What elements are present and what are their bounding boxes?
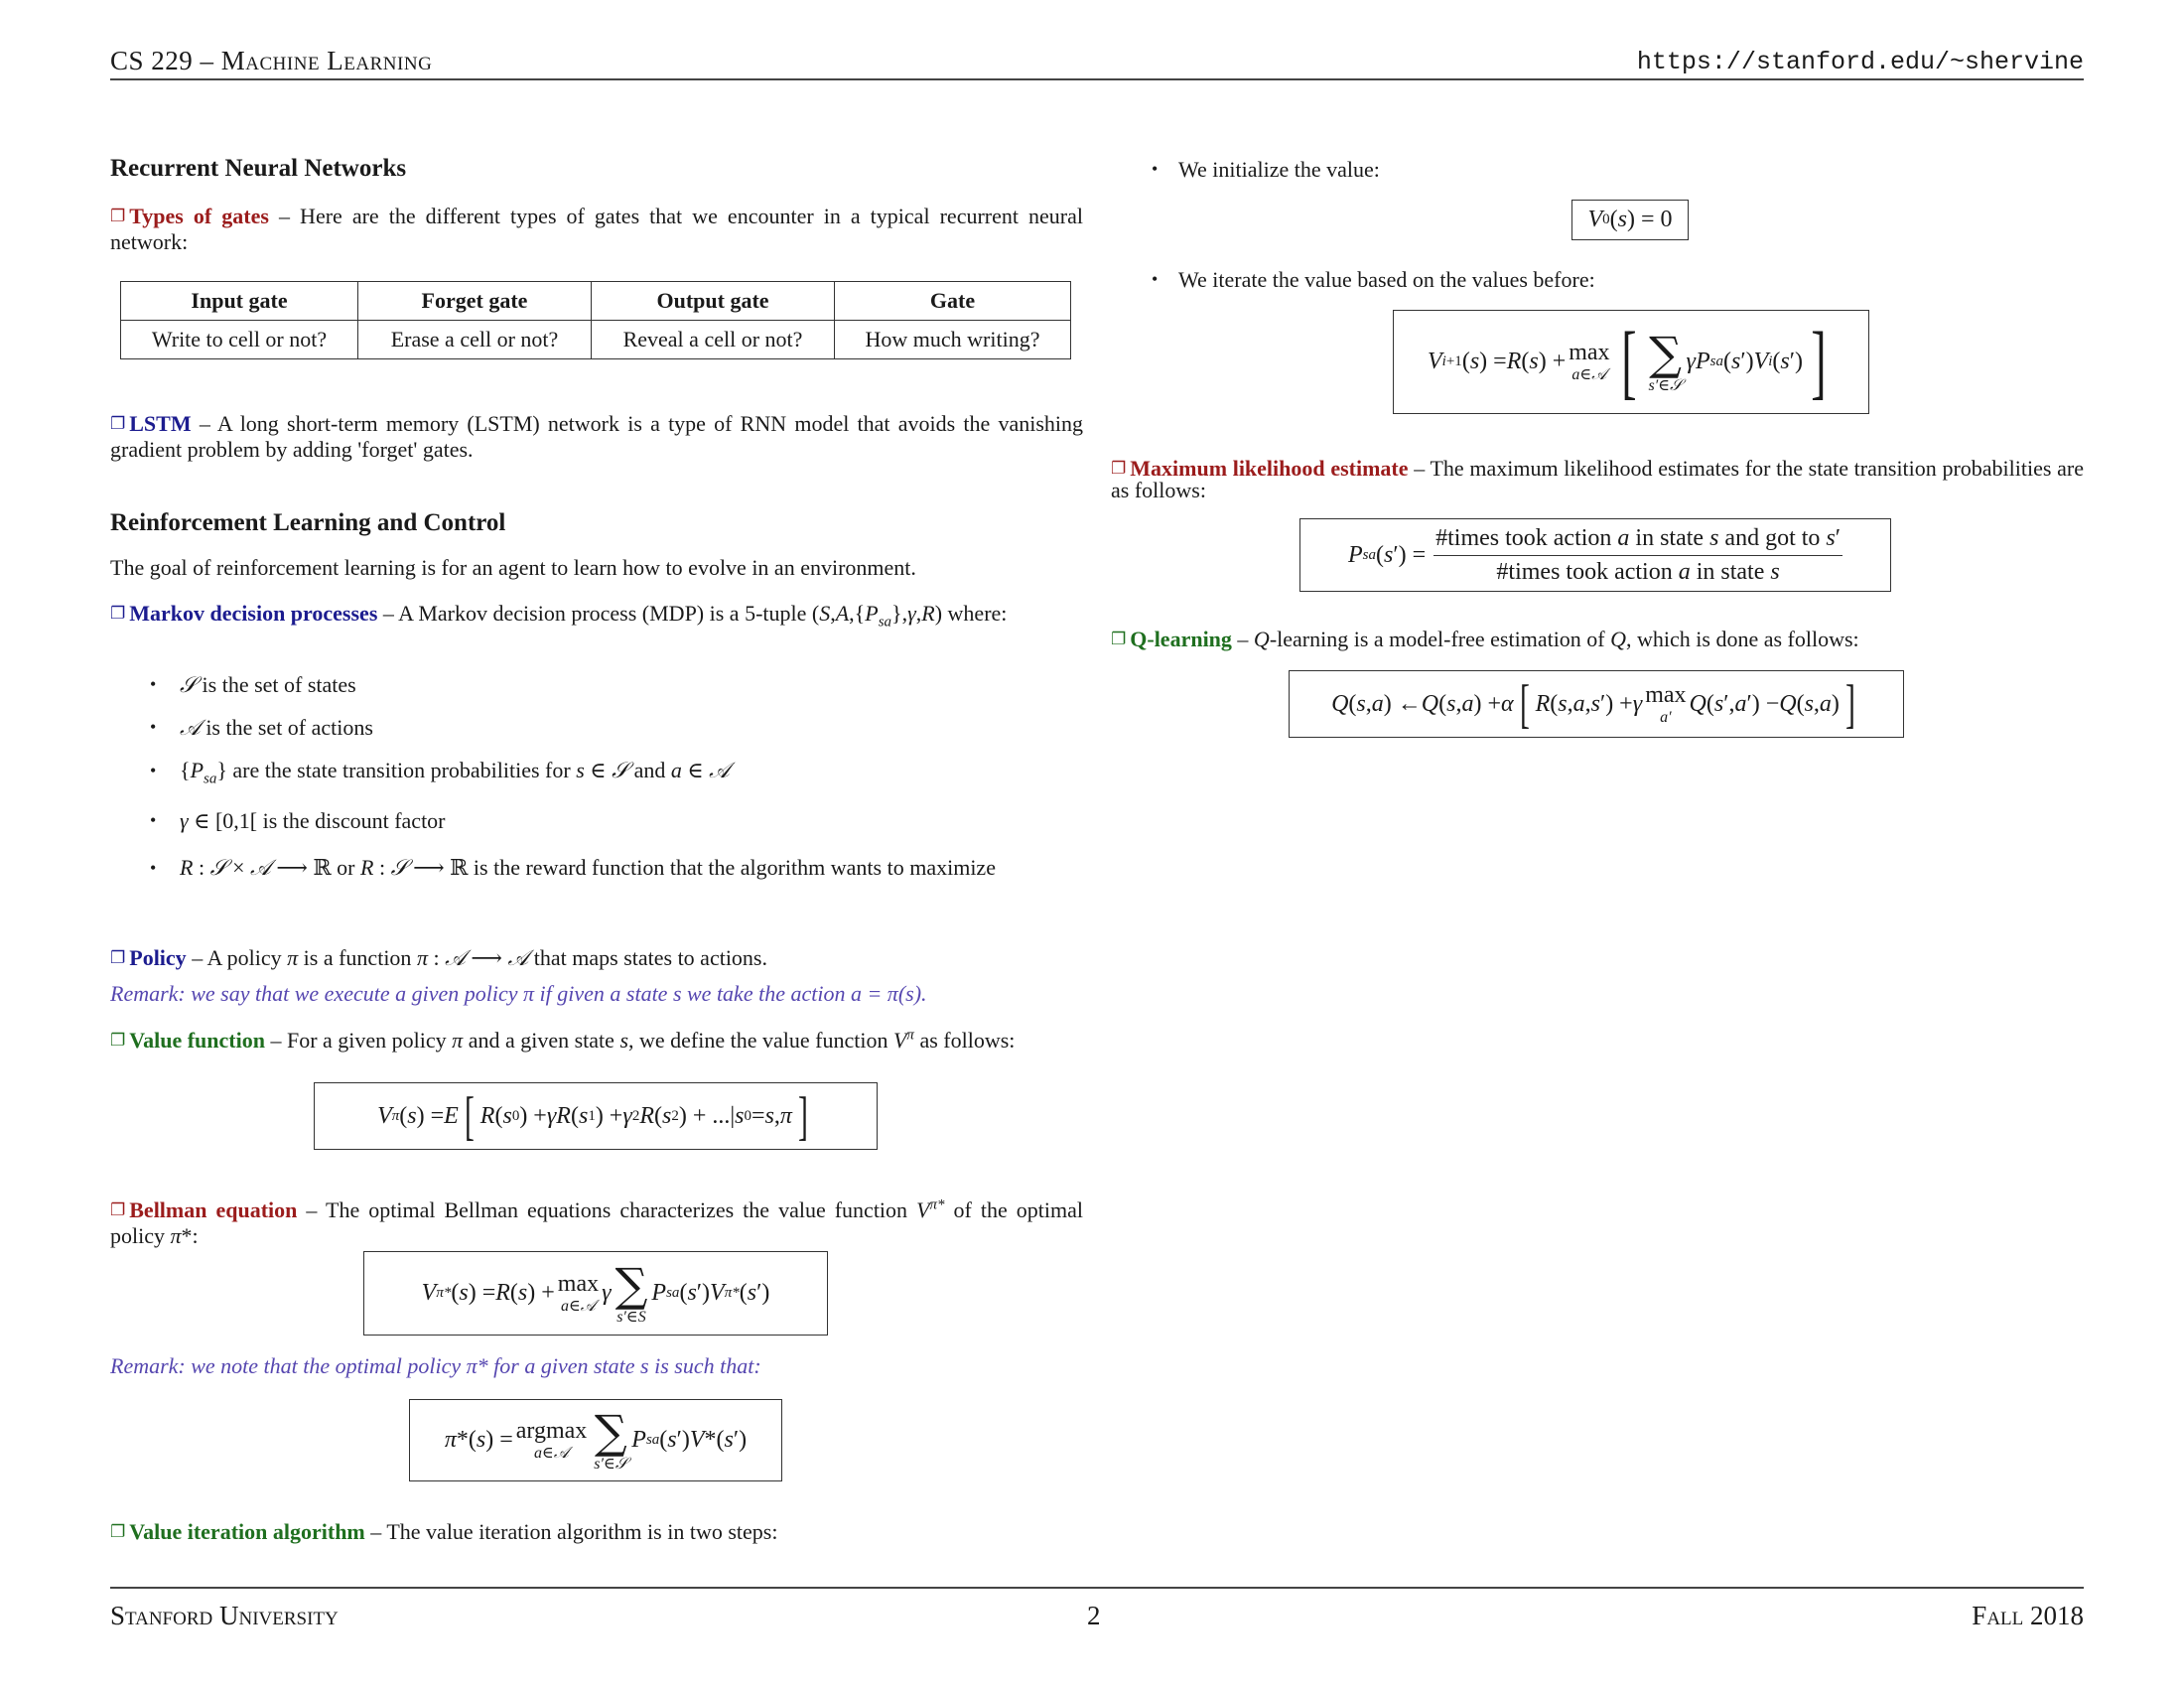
paragraph-lstm: ❐ LSTM – A long short-term memory (LSTM) … xyxy=(110,412,1083,461)
mle-numerator: #times took action a in state s and got … xyxy=(1433,525,1843,556)
keyword-label: Q-learning xyxy=(1130,627,1232,651)
keyword-label: Types of gates xyxy=(129,204,269,228)
bullet-icon: • xyxy=(1152,269,1159,289)
equation-initialize: V 0(s) = 0 xyxy=(1571,200,1689,240)
equation-optimal-policy: π *(s) = argmax a∈𝒜 ∑ s′∈𝒮 Psa(s ′) V *(s ′) xyxy=(409,1399,782,1481)
equation-bellman: Vπ*(s) = R(s) + max a∈𝒜 γ ∑ s′∈S Psa(s ′) Vπ*… xyxy=(363,1251,828,1336)
footer-university: Stanford University xyxy=(110,1601,339,1630)
list-item: 𝒮 is the set of states xyxy=(180,672,356,698)
table-cell: Reveal a cell or not? xyxy=(591,320,835,359)
table-row: Write to cell or not? Erase a cell or no… xyxy=(120,320,1071,359)
list-item-iterate: We iterate the value based on the values… xyxy=(1178,267,1595,292)
box-icon: ❐ xyxy=(1111,459,1127,479)
box-icon: ❐ xyxy=(110,1200,126,1221)
keyword-label: Policy xyxy=(129,945,187,970)
paragraph-text: – Q-learning is a model-free estimation … xyxy=(1237,627,1859,651)
paragraph-value-iteration: ❐ Value iteration algorithm – The value i… xyxy=(110,1520,1083,1546)
mle-denominator: #times took action a in state s xyxy=(1496,558,1780,585)
equation-iterate: Vi +1(s) = R(s) + max a∈𝒜 [ ∑ s′∈𝒮 γP sa(s ′)… xyxy=(1393,310,1869,414)
keyword-label: Value function xyxy=(129,1028,265,1054)
paragraph-mdp: ❐ Markov decision processes – A Markov de… xyxy=(110,602,1083,633)
keyword-lstm: ❐ LSTM xyxy=(110,411,192,436)
remark-optimal-policy: Remark: we note that the optimal policy … xyxy=(110,1353,761,1378)
table-header-cell: Output gate xyxy=(591,281,835,321)
bullet-icon: • xyxy=(1152,159,1159,179)
header-rule xyxy=(110,78,2084,80)
paragraph-text: – A Markov decision process (MDP) is a 5… xyxy=(382,601,1008,631)
gates-table: Input gate Forget gate Output gate Gate … xyxy=(120,281,1071,359)
bullet-icon: • xyxy=(150,717,157,737)
list-item: {Psa} are the state transition probabili… xyxy=(180,758,730,787)
list-item-initialize: We initialize the value: xyxy=(1178,157,1380,182)
box-icon: ❐ xyxy=(110,948,126,968)
paragraph-rl-intro: The goal of reinforcement learning is fo… xyxy=(110,555,916,580)
equation-mle: Psa(s ′) = #times took action a in state … xyxy=(1299,518,1891,592)
box-icon: ❐ xyxy=(110,1522,126,1542)
table-cell: Erase a cell or not? xyxy=(357,320,592,359)
bullet-icon: • xyxy=(150,674,157,694)
table-cell: How much writing? xyxy=(834,320,1071,359)
paragraph-text: – For a given policy π and a given state… xyxy=(270,1028,1016,1054)
table-cell: Write to cell or not? xyxy=(120,320,358,359)
box-icon: ❐ xyxy=(110,1031,126,1052)
equation-value-function: Vπ(s) = E[R(s 0) + γR(s 1) + γ 2 R(s 2) + ...… xyxy=(314,1082,878,1150)
keyword-label: Bellman equation xyxy=(129,1197,298,1223)
table-header-cell: Input gate xyxy=(120,281,358,321)
paragraph-value-function: ❐ Value function – For a given policy π a… xyxy=(110,1025,1083,1055)
paragraph-text: – The value iteration algorithm is in tw… xyxy=(370,1519,778,1544)
keyword-value-function: ❐ Value function xyxy=(110,1028,265,1053)
header-course-title: CS 229 – Machine Learning xyxy=(110,46,433,75)
keyword-qlearning: ❐ Q-learning xyxy=(1111,627,1232,651)
keyword-label: Markov decision processes xyxy=(129,601,378,626)
section-title-rnn: Recurrent Neural Networks xyxy=(110,155,407,182)
list-item: 𝒜 is the set of actions xyxy=(180,715,373,741)
header-url[interactable]: https://stanford.edu/~shervine xyxy=(1637,48,2084,76)
table-header-cell: Forget gate xyxy=(357,281,592,321)
remark-policy: Remark: we say that we execute a given p… xyxy=(110,981,927,1006)
table-header-cell: Gate xyxy=(834,281,1071,321)
bullet-icon: • xyxy=(150,761,157,780)
table-header-row: Input gate Forget gate Output gate Gate xyxy=(120,281,1071,321)
list-item: R : 𝒮 × 𝒜 ⟶ ℝ or R : 𝒮 ⟶ ℝ is the reward… xyxy=(180,855,996,881)
equation-qlearning: Q(s, a) ← Q(s, a) + α[R(s, a, s ′) + γ max a′ Q… xyxy=(1289,670,1904,738)
keyword-mdp: ❐ Markov decision processes xyxy=(110,601,377,626)
paragraph-policy: ❐ Policy – A policy π is a function π : 𝒜… xyxy=(110,946,1083,972)
footer-term: Fall 2018 xyxy=(1972,1601,2084,1630)
keyword-value-iteration: ❐ Value iteration algorithm xyxy=(110,1519,365,1544)
box-icon: ❐ xyxy=(1111,630,1127,649)
section-title-rl: Reinforcement Learning and Control xyxy=(110,509,506,536)
box-icon: ❐ xyxy=(110,207,126,226)
paragraph-text: – A policy π is a function π : 𝒜 ⟶ 𝒜 tha… xyxy=(192,945,767,971)
paragraph-qlearning: ❐ Q-learning – Q-learning is a model-free… xyxy=(1111,628,2084,653)
footer-rule xyxy=(110,1587,2084,1589)
keyword-label: Value iteration algorithm xyxy=(129,1519,365,1544)
paragraph-text: – A long short-term memory (LSTM) networ… xyxy=(110,411,1084,462)
keyword-label: LSTM xyxy=(129,411,192,436)
box-icon: ❐ xyxy=(110,604,126,624)
keyword-bellman: ❐ Bellman equation xyxy=(110,1197,297,1222)
box-icon: ❐ xyxy=(110,414,126,434)
paragraph-bellman: ❐ Bellman equation – The optimal Bellman … xyxy=(110,1195,1083,1247)
list-item: γ ∈ [0,1[ is the discount factor xyxy=(180,808,446,833)
bullet-icon: • xyxy=(150,858,157,878)
keyword-types-of-gates: ❐ Types of gates xyxy=(110,204,269,228)
footer-page-number: 2 xyxy=(1087,1601,1101,1630)
paragraph-mle: ❐ Maximum likelihood estimate – The maxim… xyxy=(1111,458,2084,501)
paragraph-types-of-gates: ❐ Types of gates – Here are the different… xyxy=(110,205,1083,253)
bullet-icon: • xyxy=(150,810,157,830)
keyword-policy: ❐ Policy xyxy=(110,945,187,970)
